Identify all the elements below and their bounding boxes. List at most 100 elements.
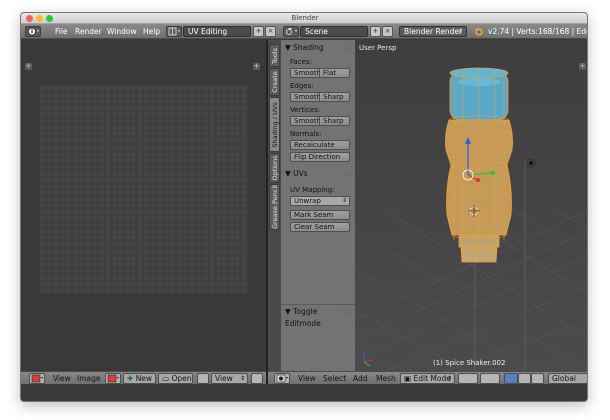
screen-layout-icon-button[interactable]: [166, 26, 182, 37]
operator-panel-divider: [281, 304, 355, 305]
viewport-shading-select[interactable]: [458, 373, 478, 384]
info-icon: [28, 27, 39, 36]
uvs-panel-header[interactable]: ▼ UVs ::::: [281, 168, 355, 180]
tab-options[interactable]: Options: [269, 153, 280, 183]
tool-shelf-tabs: Tools Create Shading / UVs Options Greas…: [268, 40, 281, 371]
tab-shading-uvs[interactable]: Shading / UVs: [269, 97, 280, 152]
browse-image-icon[interactable]: [105, 373, 121, 384]
3d-menu-mesh[interactable]: Mesh: [376, 374, 396, 383]
faces-flat-button[interactable]: Flat: [319, 68, 350, 78]
3d-menu-select[interactable]: Select: [323, 374, 346, 383]
uv-editor-type-icon[interactable]: [29, 373, 45, 384]
menu-window[interactable]: Window: [107, 26, 137, 37]
blender-window: Blender File Render Window Help UV Editi…: [20, 12, 588, 402]
scene-stats: v2.74 | Verts:168/168 | Edges:32: [488, 27, 587, 36]
vertices-smooth-button[interactable]: Smooth: [290, 116, 321, 126]
normals-label: Normals:: [290, 130, 322, 138]
spice-shaker-mesh[interactable]: [445, 67, 513, 263]
edges-sharp-button[interactable]: Sharp: [319, 92, 350, 102]
add-screen-button[interactable]: +: [253, 26, 264, 37]
chevron-updown-icon: ⇕: [239, 375, 245, 382]
edges-smooth-button[interactable]: Smooth: [290, 92, 321, 102]
shading-panel-title: Shading: [293, 43, 324, 52]
blender-logo-icon: [474, 28, 483, 36]
flip-direction-button[interactable]: Flip Direction: [290, 152, 350, 162]
mark-seam-button[interactable]: Mark Seam: [290, 210, 350, 220]
tool-shelf: ▼ Shading :::: Faces: Smooth Flat Edges:…: [281, 40, 355, 371]
uv-editor-header: View Image ✚ New ▭ Open View ⇕: [21, 371, 266, 384]
recalculate-button[interactable]: Recalculate: [290, 140, 350, 150]
screen-layout-field[interactable]: UV Editing: [183, 26, 251, 37]
scene-icon-button[interactable]: [283, 26, 299, 37]
menu-render[interactable]: Render: [75, 26, 102, 37]
menu-help[interactable]: Help: [143, 26, 160, 37]
unwrap-label: Unwrap: [294, 197, 321, 205]
viewport-perspective-label: User Persp: [359, 44, 397, 52]
scene-field[interactable]: Scene: [300, 26, 368, 37]
drag-grip-icon[interactable]: ::::: [343, 306, 351, 318]
pivot-point-select[interactable]: [480, 373, 500, 384]
3d-menu-add[interactable]: Add: [353, 374, 368, 383]
pin-image-icon[interactable]: [197, 373, 209, 384]
screen-layout-icon: [168, 27, 180, 36]
window-bottom-edge: [21, 384, 587, 401]
3d-viewport[interactable]: User Persp + (1) Spice Shaker.002: [355, 40, 588, 371]
tab-grease-pencil[interactable]: Grease Pencil: [269, 184, 280, 230]
edges-label: Edges:: [290, 82, 314, 90]
delete-screen-button[interactable]: ×: [265, 26, 276, 37]
uv-sync-icon[interactable]: [251, 373, 263, 384]
delete-scene-button[interactable]: ×: [382, 26, 393, 37]
add-scene-button[interactable]: +: [370, 26, 381, 37]
uv-grid[interactable]: [39, 85, 248, 294]
chevron-updown-icon: ⇕: [446, 375, 452, 382]
window-title: Blender: [291, 14, 319, 22]
translate-manipulator-icon[interactable]: [518, 373, 531, 384]
interaction-mode-select[interactable]: ▣ Edit Mode ⇕: [400, 373, 455, 384]
open-label: Open: [171, 374, 192, 383]
viewport-scene[interactable]: [355, 40, 588, 371]
drag-grip-icon[interactable]: ::::: [343, 42, 351, 54]
3d-menu-view[interactable]: View: [298, 374, 316, 383]
uv-view-mode-select[interactable]: View ⇕: [211, 373, 248, 384]
vertices-label: Vertices:: [290, 106, 321, 114]
drag-grip-icon[interactable]: ::::: [343, 168, 351, 180]
shading-panel-header[interactable]: ▼ Shading ::::: [281, 42, 355, 54]
collapse-triangle-icon: ▼: [285, 169, 291, 178]
open-image-button[interactable]: ▭ Open: [158, 373, 193, 384]
viewport-properties-toggle-icon[interactable]: +: [579, 63, 586, 70]
active-object-label: (1) Spice Shaker.002: [433, 359, 506, 367]
faces-label: Faces:: [290, 58, 312, 66]
tab-create[interactable]: Create: [269, 68, 280, 96]
faces-smooth-button[interactable]: Smooth: [290, 68, 321, 78]
rotate-manipulator-icon[interactable]: [531, 373, 544, 384]
3d-editor-type-icon[interactable]: [274, 373, 290, 384]
uv-mapping-label: UV Mapping:: [290, 186, 335, 194]
new-image-button[interactable]: ✚ New: [123, 373, 156, 384]
vertices-sharp-button[interactable]: Sharp: [319, 116, 350, 126]
uv-menu-image[interactable]: Image: [77, 374, 101, 383]
render-engine-select[interactable]: Blender Render ⇕: [399, 26, 467, 37]
editor-type-menu[interactable]: [25, 26, 41, 37]
folder-icon: ▭: [162, 374, 170, 383]
toggle-editmode-panel-header[interactable]: ▼ Toggle Editmode ::::: [281, 306, 355, 328]
info-header: File Render Window Help UV Editing + × S…: [21, 24, 587, 39]
uv-properties-toggle-icon[interactable]: +: [253, 63, 260, 70]
render-engine-value: Blender Render: [404, 27, 463, 36]
mode-label: Edit Mode: [413, 374, 451, 383]
transform-orientation-select[interactable]: Global: [548, 373, 587, 384]
menu-file[interactable]: File: [55, 26, 68, 37]
uv-toolshelf-toggle-icon[interactable]: +: [25, 63, 32, 70]
axis-navigation-icon: [363, 351, 374, 367]
tab-tools[interactable]: Tools: [269, 44, 280, 67]
unwrap-menu[interactable]: Unwrap ⇕: [290, 196, 350, 206]
new-label: New: [135, 374, 153, 383]
plus-icon: ✚: [127, 374, 134, 383]
clear-seam-button[interactable]: Clear Seam: [290, 222, 350, 232]
scene-icon: [286, 28, 297, 35]
uv-menu-view[interactable]: View: [53, 374, 71, 383]
uv-image-editor[interactable]: + +: [21, 40, 266, 371]
collapse-triangle-icon: ▼: [285, 307, 291, 316]
manipulator-toggle-icon[interactable]: [504, 373, 518, 384]
collapse-triangle-icon: ▼: [285, 43, 291, 52]
chevron-updown-icon: ⇕: [341, 197, 347, 204]
